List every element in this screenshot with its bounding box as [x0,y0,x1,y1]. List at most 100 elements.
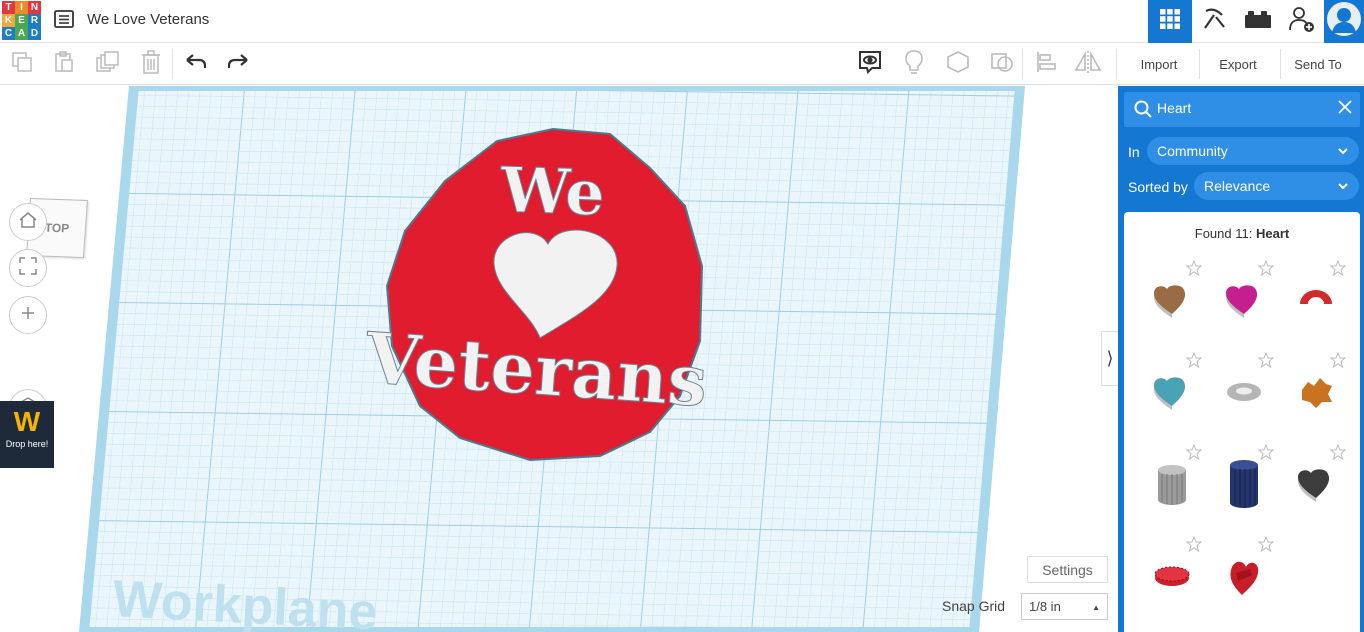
mirror-button[interactable] [1074,50,1102,78]
logo-letter: R [28,14,41,27]
result-item-brown-heart-box[interactable] [1136,254,1208,346]
fit-view-button[interactable] [9,249,47,287]
list-icon[interactable] [54,10,74,28]
delete-button[interactable] [137,49,165,78]
light-button[interactable] [900,49,928,80]
import-button[interactable]: Import [1128,47,1190,81]
light-bulb-icon [903,49,925,80]
drop-logo: W [13,406,41,437]
design-title[interactable]: We Love Veterans [87,11,209,28]
mirror-icon [1074,50,1102,79]
result-item-blue-cylinder[interactable] [1208,438,1280,530]
brick-icon [1245,10,1271,33]
drop-here-widget[interactable]: W Drop here! [0,401,54,468]
result-item-magenta-heart-box[interactable] [1208,254,1280,346]
source-value: Community [1157,143,1228,159]
workplane-viewport[interactable]: Workplane We Veterans TOP W Drop here! ⟩… [0,86,1118,632]
settings-button[interactable]: Settings [1027,556,1108,583]
duplicate-button[interactable] [94,50,122,78]
shape-hole-icon [989,49,1015,80]
export-button[interactable]: Export [1207,47,1269,81]
paste-icon [52,50,76,79]
workplane-grid[interactable]: Workplane We Veterans [0,86,1118,632]
align-button[interactable] [1032,50,1060,78]
paste-button[interactable] [50,50,78,78]
star-icon[interactable] [1185,443,1203,465]
star-icon[interactable] [1185,259,1203,281]
result-item-red-disc[interactable] [1136,530,1208,622]
plus-icon [19,304,37,327]
top-bar: TINKERCAD We Love Veterans [0,0,1364,43]
logo-letter: N [28,1,41,14]
fit-view-icon [18,256,38,281]
chevron-down-icon [1337,179,1349,195]
zoom-in-button[interactable] [9,296,47,334]
search-box[interactable]: Heart [1124,92,1360,127]
result-item-grey-cylinder[interactable] [1136,438,1208,530]
align-icon [1035,50,1057,79]
star-icon[interactable] [1257,351,1275,373]
result-item-orange-gear[interactable] [1280,346,1352,438]
model-text-we: We [498,153,606,230]
snap-grid-value: 1/8 in [1029,599,1061,614]
in-label: In [1128,144,1140,160]
send-to-button[interactable]: Send To [1286,47,1350,81]
edit-toolbar: Import Export Send To [0,43,1364,85]
add-user-button[interactable] [1280,0,1324,43]
caret-up-icon: ▲ [1092,603,1100,612]
sorted-by-label: Sorted by [1128,179,1188,195]
copy-button[interactable] [8,50,36,78]
search-icon [1134,100,1152,123]
snap-grid-select[interactable]: 1/8 in ▲ [1021,593,1108,620]
grid-view-button[interactable] [1148,0,1192,43]
undo-button[interactable] [182,50,210,78]
star-icon[interactable] [1329,351,1347,373]
search-input[interactable]: Heart [1157,100,1191,116]
home-view-button[interactable] [9,203,47,241]
logo-letter: T [2,1,15,14]
results-count: Found 11: Heart [1124,226,1360,241]
result-item-dark-heart[interactable] [1280,438,1352,530]
redo-icon [226,52,250,77]
collapse-panel-button[interactable]: ⟩ [1101,331,1118,386]
notes-button[interactable] [856,50,884,78]
star-icon[interactable] [1185,351,1203,373]
source-select[interactable]: Community [1147,137,1359,165]
result-item-grey-ring[interactable] [1208,346,1280,438]
grid-view-icon [1160,9,1180,34]
close-icon[interactable] [1338,100,1352,119]
sort-select[interactable]: Relevance [1194,172,1359,200]
star-icon[interactable] [1329,259,1347,281]
tinkercad-logo[interactable]: TINKERCAD [2,1,41,40]
shapes-panel: Heart In Community Sorted by Relevance F… [1118,86,1364,632]
logo-letter: K [2,14,15,27]
result-item-teal-heart[interactable] [1136,346,1208,438]
chevron-down-icon [1337,144,1349,160]
notes-icon [857,49,883,80]
star-icon[interactable] [1329,443,1347,465]
logo-letter: D [28,27,41,40]
user-avatar[interactable] [1324,0,1364,43]
pickaxe-icon [1200,5,1228,38]
result-item-red-heart[interactable] [1208,530,1280,622]
shape-hole-button[interactable] [988,50,1016,78]
redo-button[interactable] [224,50,252,78]
star-icon[interactable] [1185,535,1203,557]
add-user-icon [1287,4,1317,39]
logo-letter: C [2,27,15,40]
result-item-red-arc[interactable] [1280,254,1352,346]
home-icon [18,210,38,235]
blocks-button[interactable] [1192,0,1236,43]
separator [172,49,173,79]
star-icon[interactable] [1257,443,1275,465]
snap-grid-label: Snap Grid [942,598,1006,614]
shape-solid-button[interactable] [944,50,972,78]
shape-solid-icon [945,49,971,80]
sort-value: Relevance [1204,178,1271,194]
star-icon[interactable] [1257,535,1275,557]
found-term: Heart [1255,226,1290,241]
logo-letter: E [15,14,28,27]
bricks-button[interactable] [1236,0,1280,43]
star-icon[interactable] [1257,259,1275,281]
duplicate-icon [95,50,121,79]
